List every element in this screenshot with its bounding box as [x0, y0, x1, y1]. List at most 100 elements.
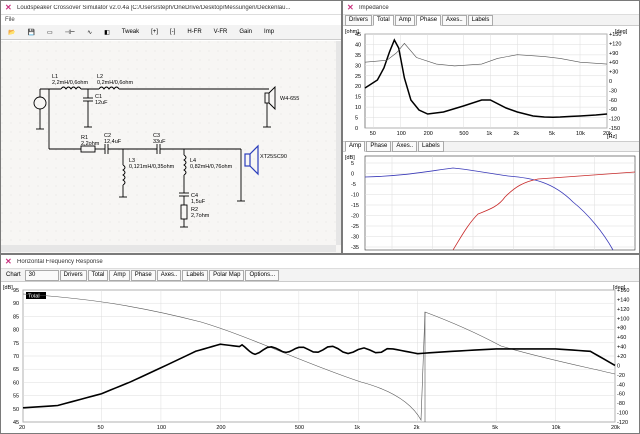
capacitor-tool-icon[interactable]: ⊣⊢	[62, 27, 78, 38]
tab-total[interactable]: Total	[373, 14, 394, 26]
tab-amp-xo[interactable]: Amp	[345, 141, 366, 152]
app-logo-icon: ✕	[5, 256, 12, 266]
imp-ytick-right: +60	[609, 60, 618, 66]
tab-phase-xo[interactable]: Phase	[366, 141, 392, 152]
hfr-chart: [dB] [deg] 20 50 100 200 500 1k 2k 5k 10k 20k9590…	[3, 285, 629, 431]
hfr-ytick-right: 0	[617, 363, 620, 369]
xo-ytick: -30	[351, 235, 359, 241]
label-woofer: W4-655	[280, 96, 299, 102]
value-C4: 1,5uF	[191, 199, 206, 205]
tab-amp-hfr[interactable]: Amp	[109, 269, 130, 281]
imp-ytick-right: +150	[609, 32, 621, 38]
xo-tabs: Amp Phase Axes.. Labels	[343, 141, 639, 152]
imp-xtick: 1k	[486, 131, 492, 137]
save-icon[interactable]: 💾	[24, 27, 37, 38]
tweak-button[interactable]: Tweak	[119, 27, 142, 37]
hfr-ytick-right: -80	[617, 401, 625, 407]
imp-xtick: 500	[459, 131, 468, 137]
value-L2: 0,2mH/0,6ohm	[97, 80, 133, 86]
tab-drivers[interactable]: Drivers	[345, 14, 372, 26]
hfr-ytick: 60	[13, 380, 19, 386]
hfr-xtick: 10k	[552, 425, 561, 431]
impedance-titlebar[interactable]: ✕ Impedance	[343, 1, 639, 15]
hfr-xtick: 200	[216, 425, 225, 431]
crossover-chart: [dB] 50-5-10-15-20-25-30-35	[345, 155, 636, 251]
hfr-ytick-right: -100	[617, 411, 628, 417]
hfr-ylabel-left: [dB]	[3, 285, 13, 291]
vfr-button[interactable]: V-FR	[211, 27, 231, 37]
xo-ytick: -5	[351, 182, 356, 188]
menu-file[interactable]: File	[1, 15, 341, 25]
hfr-xtick: 50	[98, 425, 104, 431]
resistor-tool-icon[interactable]: ▭	[44, 27, 56, 38]
xo-ytick: -15	[351, 203, 359, 209]
tab-phase-hfr[interactable]: Phase	[130, 269, 156, 281]
imp-ytick: 20	[355, 84, 361, 90]
tab-labels[interactable]: Labels	[467, 14, 494, 26]
gain-button[interactable]: Gain	[236, 27, 255, 37]
hfr-ytick-right: -20	[617, 373, 625, 379]
hfr-ytick: 50	[13, 407, 19, 413]
tab-total-hfr[interactable]: Total	[87, 269, 109, 281]
zoom-out-button[interactable]: [-]	[167, 27, 178, 37]
hfr-button[interactable]: H-FR	[184, 27, 204, 37]
xo-ytick: -25	[351, 224, 359, 230]
imp-ytick: 0	[355, 126, 358, 132]
xo-ytick: -20	[351, 214, 359, 220]
zoom-in-button[interactable]: [+]	[148, 27, 161, 37]
imp-ytick-right: -90	[609, 107, 617, 113]
hfr-xtick: 100	[157, 425, 166, 431]
xo-ytick: 0	[351, 172, 354, 178]
tab-labels-hfr[interactable]: Labels	[182, 269, 209, 281]
imp-ytick: 5	[355, 116, 358, 122]
xo-ytick: 5	[351, 161, 354, 167]
hfr-ytick-right: +20	[617, 354, 626, 360]
chart-select[interactable]: 30	[24, 269, 59, 281]
imp-ytick-right: +120	[609, 41, 621, 47]
imp-ytick-right: +30	[609, 70, 618, 76]
tab-phase[interactable]: Phase	[416, 14, 442, 26]
impedance-window: ✕ Impedance Drivers Total Amp Phase Axes…	[342, 0, 640, 254]
imp-ytick: 15	[355, 95, 361, 101]
simulator-titlebar[interactable]: ✕ Loudspeaker Crossover Simulator v2.0.4…	[1, 1, 341, 15]
impedance-tabs: Drivers Total Amp Phase Axes.. Labels	[343, 14, 639, 26]
xo-ytick: -35	[351, 245, 359, 251]
hfr-ytick: 85	[13, 314, 19, 320]
tab-axes-hfr[interactable]: Axes..	[156, 269, 182, 281]
tab-options[interactable]: Options...	[245, 269, 280, 281]
simulator-toolbar: 📂 💾 ▭ ⊣⊢ ∿ ◧ Tweak [+] [-] H-FR V-FR Gai…	[1, 25, 341, 40]
imp-ytick-right: +90	[609, 51, 618, 57]
tab-polar-map[interactable]: Polar Map	[209, 269, 245, 281]
imp-xtick: 2k	[513, 131, 519, 137]
imp-button[interactable]: Imp	[261, 27, 277, 37]
impedance-chart: [ohm] [deg] 50 100 200 500 1k 2k 5k 10k 20k45403…	[345, 29, 628, 140]
open-folder-icon[interactable]: 📂	[5, 27, 18, 38]
value-C3: 33uF	[153, 139, 166, 145]
imp-xtick: 100	[397, 131, 406, 137]
tab-axes-xo[interactable]: Axes..	[392, 141, 418, 152]
simulator-title: Loudspeaker Crossover Simulator v2.0.4a …	[17, 4, 291, 11]
hfr-xtick: 20	[19, 425, 25, 431]
impedance-title: Impedance	[359, 4, 389, 11]
hfr-titlebar[interactable]: ✕ Horizontal Frequency Response	[1, 255, 639, 269]
imp-ytick-right: -30	[609, 88, 617, 94]
hfr-tabs: Chart 30 Drivers Total Amp Phase Axes.. …	[1, 269, 639, 282]
driver-tool-icon[interactable]: ◧	[101, 27, 113, 38]
inductor-tool-icon[interactable]: ∿	[84, 27, 95, 38]
imp-ytick: 35	[355, 53, 361, 59]
schematic-canvas[interactable]: L1 2,2mH/0,6ohm L2 0,2mH/0,6ohm C1 12uF …	[1, 41, 341, 253]
imp-xtick: 50	[370, 131, 376, 137]
tab-labels-xo[interactable]: Labels	[418, 141, 444, 152]
tab-drivers-hfr[interactable]: Drivers	[59, 269, 87, 281]
hfr-ytick: 70	[13, 354, 19, 360]
hfr-xtick: 2k	[414, 425, 420, 431]
schematic-vscrollbar[interactable]	[336, 41, 341, 245]
tab-amp[interactable]: Amp	[394, 14, 416, 26]
imp-ytick: 40	[355, 42, 361, 48]
schematic[interactable]: L1 2,2mH/0,6ohm L2 0,2mH/0,6ohm C1 12uF …	[1, 41, 341, 253]
hfr-ytick: 55	[13, 394, 19, 400]
hfr-ytick: 80	[13, 328, 19, 334]
value-C1: 12uF	[95, 100, 108, 106]
schematic-hscrollbar[interactable]	[1, 245, 336, 252]
tab-axes[interactable]: Axes..	[442, 14, 467, 26]
